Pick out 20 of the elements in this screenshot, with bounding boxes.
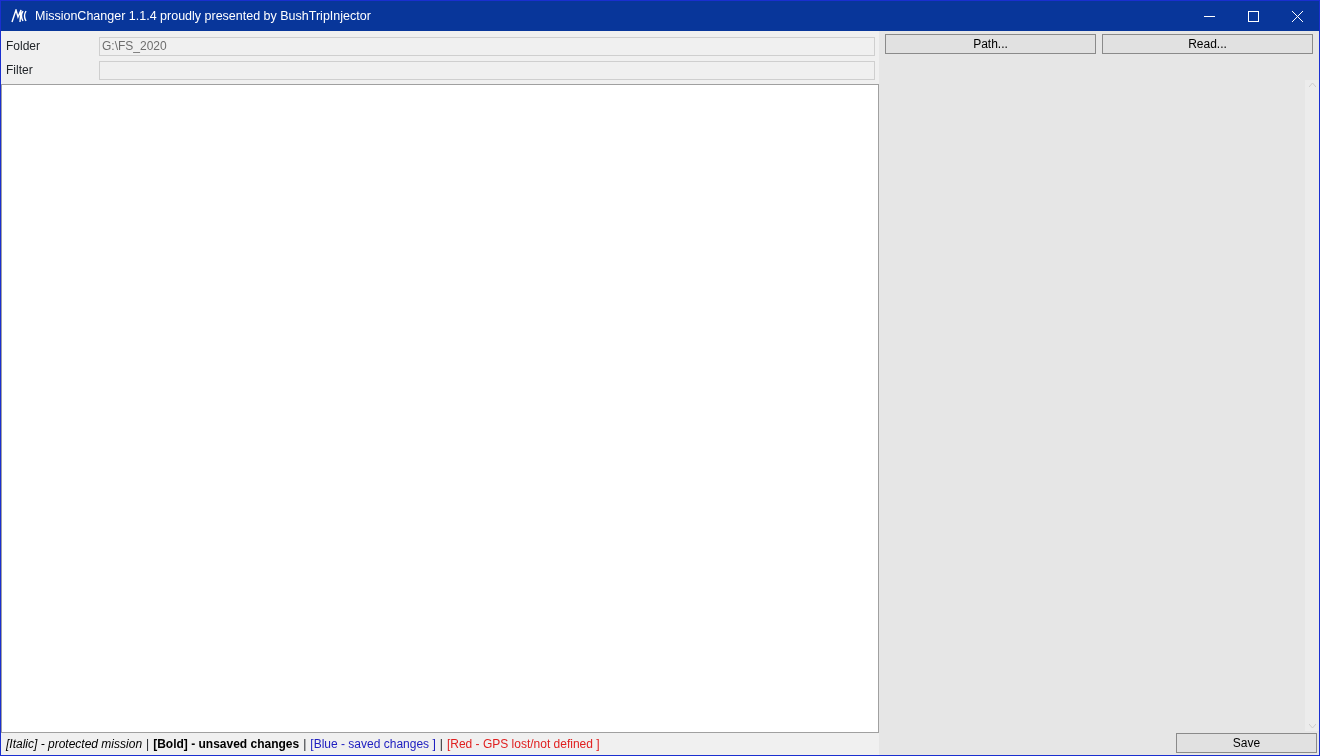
minimize-icon [1203,15,1215,17]
legend-text: [Blue - saved changes ] [310,736,436,753]
app-logo-icon [11,9,27,23]
separator: | [303,736,307,753]
mission-list[interactable] [1,84,879,733]
field-label: Filter [5,62,34,79]
legend-text: [Italic] - protected mission [6,736,143,753]
maximize-icon [1247,10,1259,22]
text-field[interactable]: G:\FS_2020 [99,36,875,56]
field-label: Folder [5,38,41,55]
separator: | [146,736,150,753]
close-icon [1291,10,1303,22]
legend-text: [Red - GPS lost/not defined ] [446,736,600,753]
text-field[interactable] [99,60,875,80]
legend-text: [Bold] - unsaved changes [153,736,300,753]
window-title: MissionChanger 1.1.4 proudly presented by BushTripInjector [35,7,371,25]
save-button[interactable]: Save [1176,733,1317,753]
action-button[interactable]: Read... [1102,34,1313,54]
separator: | [439,736,443,753]
action-button[interactable]: Path... [885,34,1096,54]
